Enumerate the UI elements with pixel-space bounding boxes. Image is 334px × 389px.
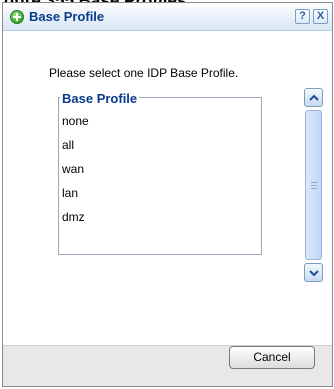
grip-line (311, 185, 317, 186)
vertical-scrollbar[interactable] (304, 88, 323, 282)
grip-line (311, 188, 317, 189)
grip-line (311, 182, 317, 183)
add-circle-icon (10, 10, 24, 24)
list-item-none[interactable]: none (62, 114, 89, 128)
list-header: Base Profile (60, 91, 140, 107)
chevron-up-icon (309, 94, 319, 101)
dialog-title: Base Profile (29, 9, 105, 24)
chevron-down-icon (309, 270, 319, 277)
scroll-up-button[interactable] (304, 88, 323, 107)
list-item-lan[interactable]: lan (62, 186, 78, 200)
list-item-wan[interactable]: wan (62, 162, 84, 176)
dialog-titlebar: Base Profile ? X (3, 3, 332, 31)
scroll-down-button[interactable] (304, 263, 323, 282)
help-icon[interactable]: ? (295, 9, 310, 24)
scroll-thumb[interactable] (305, 110, 322, 260)
list-item-all[interactable]: all (62, 138, 74, 152)
list-item-dmz[interactable]: dmz (62, 210, 85, 224)
instruction-text: Please select one IDP Base Profile. (49, 66, 239, 80)
cancel-button[interactable]: Cancel (229, 346, 315, 369)
close-icon[interactable]: X (313, 9, 328, 24)
